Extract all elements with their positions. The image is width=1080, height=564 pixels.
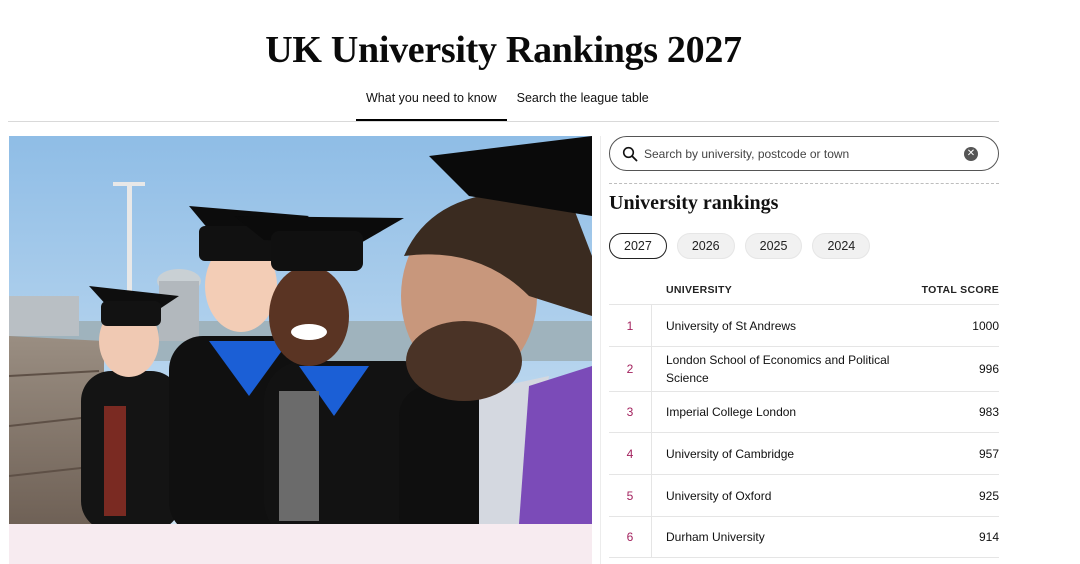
hero-image — [9, 136, 592, 524]
rank-number: 6 — [609, 517, 652, 557]
search-icon — [622, 146, 638, 162]
table-row[interactable]: 5 University of Oxford 925 — [609, 475, 999, 517]
total-score: 914 — [978, 530, 999, 544]
column-divider — [600, 136, 601, 564]
rank-number: 2 — [609, 347, 652, 391]
search-input[interactable] — [644, 143, 954, 165]
column-header-total-score: TOTAL SCORE — [921, 284, 999, 296]
tab-bar: What you need to know Search the league … — [356, 84, 659, 122]
tab-divider — [8, 121, 999, 122]
search-box[interactable]: ✕ — [609, 136, 999, 171]
university-name[interactable]: University of Cambridge — [666, 445, 916, 463]
total-score: 1000 — [972, 318, 999, 333]
table-row[interactable]: 1 University of St Andrews 1000 — [609, 305, 999, 347]
rankings-heading: University rankings — [609, 192, 779, 214]
university-name[interactable]: Imperial College London — [666, 403, 916, 421]
rankings-table: UNIVERSITY TOTAL SCORE 1 University of S… — [609, 280, 999, 558]
clear-icon[interactable]: ✕ — [964, 147, 978, 161]
year-pill-2026[interactable]: 2026 — [676, 233, 735, 259]
hero-caption-panel — [9, 524, 592, 564]
year-pill-2024[interactable]: 2024 — [812, 233, 871, 259]
university-name[interactable]: University of St Andrews — [666, 317, 916, 335]
table-header: UNIVERSITY TOTAL SCORE — [609, 280, 999, 305]
page-title: UK University Rankings 2027 — [265, 29, 742, 71]
section-separator — [609, 183, 999, 184]
year-pill-2025[interactable]: 2025 — [744, 233, 803, 259]
total-score: 925 — [978, 488, 999, 503]
year-filter: 2027 2026 2025 2024 — [609, 233, 880, 259]
rank-number: 5 — [609, 475, 652, 516]
university-name[interactable]: University of Oxford — [666, 487, 916, 505]
table-row[interactable]: 4 University of Cambridge 957 — [609, 433, 999, 475]
tab-search-league-table[interactable]: Search the league table — [507, 84, 659, 122]
total-score: 957 — [978, 446, 999, 461]
total-score: 996 — [978, 362, 999, 376]
column-header-university: UNIVERSITY — [666, 284, 733, 296]
table-row[interactable]: 6 Durham University 914 — [609, 517, 999, 558]
table-row[interactable]: 3 Imperial College London 983 — [609, 392, 999, 433]
year-pill-2027[interactable]: 2027 — [609, 233, 667, 259]
university-name[interactable]: Durham University — [666, 528, 916, 546]
rank-number: 3 — [609, 392, 652, 432]
rank-number: 4 — [609, 433, 652, 474]
university-name[interactable]: London School of Economics and Political… — [666, 351, 916, 387]
tab-what-you-need-to-know[interactable]: What you need to know — [356, 84, 507, 122]
rank-number: 1 — [609, 305, 652, 346]
table-row[interactable]: 2 London School of Economics and Politic… — [609, 347, 999, 392]
total-score: 983 — [978, 405, 999, 419]
